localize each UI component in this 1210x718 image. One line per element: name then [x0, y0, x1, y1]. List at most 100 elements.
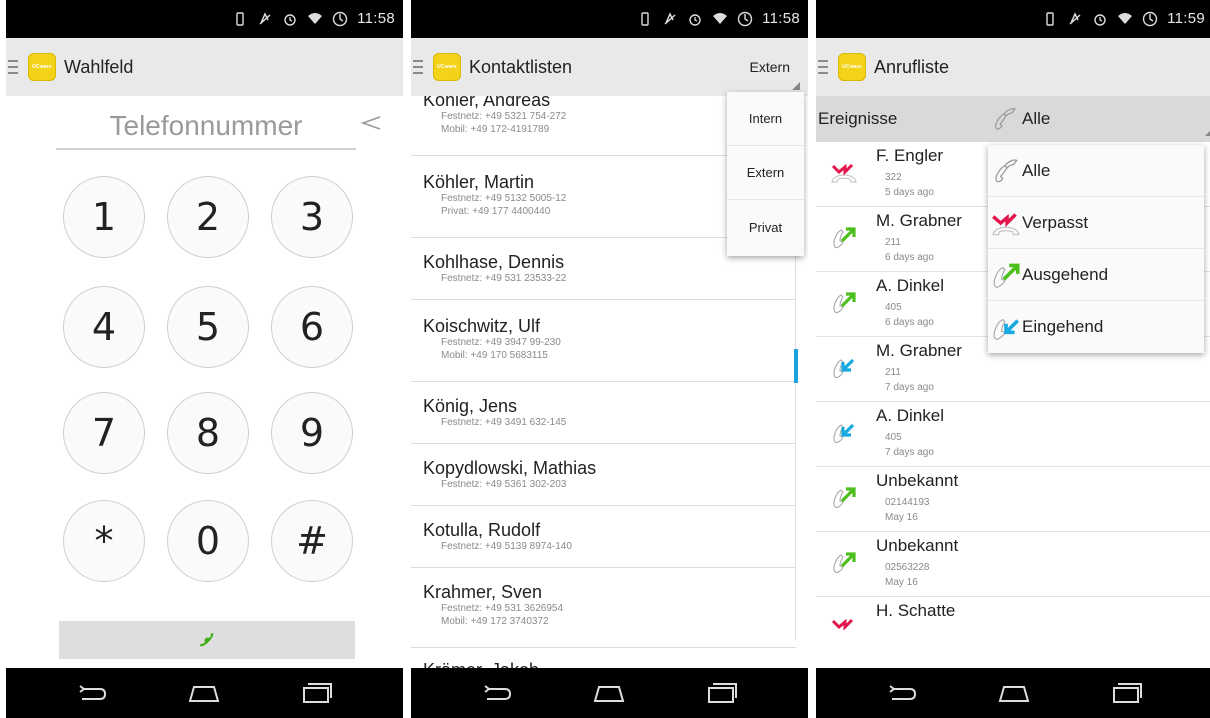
- home-icon[interactable]: [994, 679, 1034, 707]
- call-name: Unbekannt: [876, 471, 959, 490]
- dial-key-hash[interactable]: #: [271, 500, 353, 582]
- menu-item-privat[interactable]: Privat: [727, 200, 804, 254]
- dial-key-1[interactable]: 1: [63, 176, 145, 258]
- event-filter-value: Alle: [1022, 109, 1051, 128]
- menu-item-verpasst[interactable]: Verpasst: [988, 197, 1204, 249]
- call-name: M. Grabner: [876, 211, 962, 230]
- call-time: May 16: [885, 512, 918, 523]
- menu-item-ausgehend[interactable]: Ausgehend: [988, 249, 1204, 301]
- drawer-menu-icon[interactable]: [413, 60, 423, 74]
- call-name: A. Dinkel: [876, 276, 945, 295]
- page-title: Anrufliste: [874, 56, 950, 77]
- call-time: 6 days ago: [885, 252, 934, 263]
- call-time: 6 days ago: [885, 317, 934, 328]
- vibrate-icon: [1046, 11, 1054, 26]
- menu-item-alle[interactable]: Alle: [988, 145, 1204, 197]
- incoming-call-icon: [993, 318, 1020, 340]
- recent-apps-icon[interactable]: [297, 679, 337, 707]
- status-bar: 11:58: [6, 0, 403, 38]
- dial-key-6[interactable]: 6: [271, 286, 353, 368]
- dial-key-7[interactable]: 7: [63, 392, 145, 474]
- contact-item[interactable]: Krämer, Jakob: [411, 658, 796, 668]
- contact-detail: Festnetz: +49 531 3626954: [441, 603, 564, 614]
- drawer-menu-icon[interactable]: [818, 60, 828, 74]
- drawer-menu-icon[interactable]: [8, 60, 18, 74]
- contact-item[interactable]: König, Jens Festnetz: +49 3491 632-145: [411, 382, 796, 444]
- call-number: 02144193: [885, 497, 930, 508]
- dial-key-3[interactable]: 3: [271, 176, 353, 258]
- contact-item[interactable]: Kotulla, Rudolf Festnetz: +49 5139 8974-…: [411, 506, 796, 568]
- dial-key-star[interactable]: *: [63, 500, 145, 582]
- phone-number-input[interactable]: Telefonnummer: [56, 104, 356, 150]
- contact-item[interactable]: Kopydlowski, Mathias Festnetz: +49 5361 …: [411, 444, 796, 506]
- recent-apps-icon[interactable]: [1107, 679, 1147, 707]
- missed-call-icon: [831, 618, 854, 631]
- call-number: 02563228: [885, 562, 930, 573]
- home-icon[interactable]: [184, 679, 224, 707]
- back-icon[interactable]: [72, 679, 112, 707]
- event-filter-bar: Ereignisse Alle: [816, 96, 1210, 142]
- call-name: H. Schatte: [876, 601, 956, 620]
- call-number: 211: [885, 367, 901, 378]
- contact-detail: Festnetz: +49 5361 302-203: [441, 479, 567, 490]
- contact-name: Koischwitz, Ulf: [423, 316, 541, 336]
- contacts-screen: Köhler, Andreas Festnetz: +49 5321 754-2…: [411, 0, 808, 718]
- contact-item[interactable]: Krahmer, Sven Festnetz: +49 531 3626954 …: [411, 568, 796, 648]
- menu-item-intern[interactable]: Intern: [727, 92, 804, 146]
- dial-key-0[interactable]: 0: [167, 500, 249, 582]
- contact-name: Kotulla, Rudolf: [423, 520, 541, 540]
- call-item[interactable]: H. Schatte: [816, 597, 1210, 662]
- contact-name: Kopydlowski, Mathias: [423, 458, 597, 478]
- mute-icon: [664, 11, 676, 25]
- missed-call-icon: [992, 212, 1020, 235]
- menu-item-label: Eingehend: [1022, 317, 1104, 336]
- scrollbar-thumb[interactable]: [794, 349, 798, 383]
- dial-key-8[interactable]: 8: [167, 392, 249, 474]
- menu-item-label: Verpasst: [1022, 212, 1089, 232]
- wifi-signal-icon: [308, 12, 323, 24]
- alarm-icon: [284, 13, 296, 26]
- home-icon[interactable]: [589, 679, 629, 707]
- event-filter-label: Ereignisse: [818, 109, 898, 128]
- backspace-icon[interactable]: [356, 108, 386, 138]
- all-calls-icon: [995, 158, 1018, 182]
- app-logo[interactable]: UCware: [28, 53, 56, 81]
- contact-detail: Festnetz: +49 3491 632-145: [441, 417, 567, 428]
- call-item[interactable]: A. Dinkel 405 7 days ago: [816, 402, 1210, 467]
- back-icon[interactable]: [477, 679, 517, 707]
- dial-key-9[interactable]: 9: [271, 392, 353, 474]
- event-filter-spinner[interactable]: Alle: [990, 104, 1050, 134]
- menu-item-extern[interactable]: Extern: [727, 146, 804, 200]
- dial-key-4[interactable]: 4: [63, 286, 145, 368]
- contact-name: Krämer, Jakob: [423, 660, 796, 668]
- recent-apps-icon[interactable]: [702, 679, 742, 707]
- list-filter-spinner[interactable]: Extern: [750, 38, 800, 96]
- call-name: F. Engler: [876, 146, 944, 165]
- system-nav-bar: [411, 668, 808, 718]
- battery-icon: [737, 11, 753, 26]
- call-item[interactable]: Unbekannt 02144193 May 16: [816, 467, 1210, 532]
- contact-detail: Festnetz: +49 3947 99-230: [441, 337, 561, 348]
- action-bar: UCware Wahlfeld: [6, 38, 403, 96]
- call-name: A. Dinkel: [876, 406, 945, 425]
- alarm-icon: [689, 13, 701, 26]
- contact-detail: Festnetz: +49 531 23533-22: [441, 273, 567, 284]
- call-item[interactable]: Unbekannt 02563228 May 16: [816, 532, 1210, 597]
- list-filter-value: Extern: [749, 59, 790, 75]
- action-bar: UCware Anrufliste: [816, 38, 1210, 96]
- dial-key-2[interactable]: 2: [167, 176, 249, 258]
- app-logo[interactable]: UCware: [433, 53, 461, 81]
- contact-item[interactable]: Koischwitz, Ulf Festnetz: +49 3947 99-23…: [411, 300, 796, 382]
- menu-item-eingehend[interactable]: Eingehend: [988, 301, 1204, 353]
- dropdown-corner-icon: [792, 82, 800, 90]
- mute-icon: [1069, 11, 1081, 25]
- call-button[interactable]: [59, 621, 355, 659]
- app-logo[interactable]: UCware: [838, 53, 866, 81]
- contact-name: Krahmer, Sven: [423, 582, 543, 602]
- back-icon[interactable]: [882, 679, 922, 707]
- call-number: 211: [885, 237, 901, 248]
- outgoing-call-icon: [833, 227, 856, 249]
- phone-handset-icon: [200, 633, 214, 647]
- dial-key-5[interactable]: 5: [167, 286, 249, 368]
- status-time: 11:58: [762, 10, 800, 27]
